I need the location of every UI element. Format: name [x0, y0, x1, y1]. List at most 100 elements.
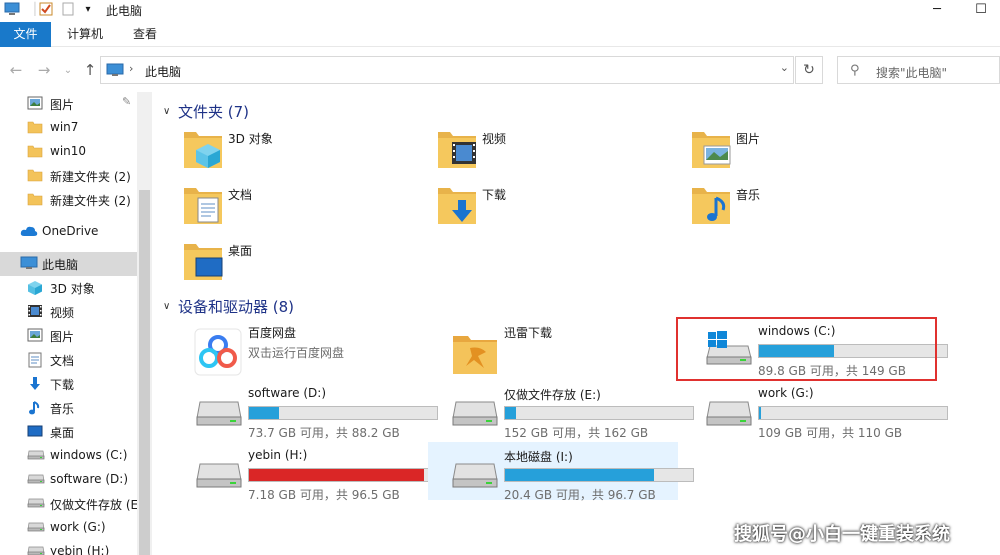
- folder-item[interactable]: 视频: [416, 122, 646, 172]
- navigation-pane: 图片 ✎ win7 win10 新建文件夹 (2) 新建文件夹 (2) OneDrive 此电…: [0, 92, 152, 555]
- computer-icon[interactable]: [4, 1, 20, 17]
- sidebar-item[interactable]: 音乐: [0, 396, 137, 420]
- maximize-button[interactable]: ☐: [970, 0, 992, 18]
- back-arrow-icon[interactable]: ←: [6, 58, 26, 82]
- sidebar-item[interactable]: 桌面: [0, 420, 137, 444]
- sidebar-item[interactable]: 文档: [0, 348, 137, 372]
- drive-name: yebin (H:): [248, 448, 308, 462]
- sidebar-item[interactable]: 新建文件夹 (2): [0, 164, 137, 188]
- sidebar-item[interactable]: win10: [0, 140, 137, 164]
- drive-usage-bar: [248, 468, 438, 482]
- video-icon: [27, 304, 45, 320]
- minimize-button[interactable]: ─: [926, 0, 948, 18]
- window-title: 此电脑: [106, 4, 143, 18]
- pictures-icon: [27, 96, 45, 112]
- tab-view[interactable]: 查看: [122, 22, 168, 47]
- documents-folder-icon: [182, 180, 224, 226]
- sidebar-item[interactable]: 下载: [0, 372, 137, 396]
- drive-icon: [450, 390, 500, 430]
- folder-item[interactable]: 桌面: [162, 234, 392, 284]
- refresh-button[interactable]: ↻: [795, 56, 823, 84]
- folder-item[interactable]: 音乐: [670, 178, 900, 228]
- drive-item[interactable]: yebin (H:) 7.18 GB 可用，共 96.5 GB: [172, 442, 438, 502]
- section-title: 设备和驱动器 (8): [178, 297, 295, 316]
- sidebar-item-label: software (D:): [50, 472, 128, 486]
- chevron-down-icon[interactable]: ∨: [163, 301, 178, 312]
- drive-item[interactable]: work (G:) 109 GB 可用，共 110 GB: [682, 380, 948, 440]
- cloud-icon: [20, 224, 38, 240]
- folder-label: 文档: [228, 188, 253, 202]
- sidebar-item[interactable]: software (D:): [0, 468, 137, 492]
- sidebar-item[interactable]: 图片 ✎: [0, 92, 137, 116]
- quick-access-dropdown-icon[interactable]: ▾: [80, 1, 96, 17]
- folder-item[interactable]: 下载: [416, 178, 646, 228]
- drive-icon: [27, 448, 45, 464]
- drive-name: 百度网盘: [248, 326, 297, 340]
- sidebar-item[interactable]: work (G:): [0, 516, 137, 540]
- sidebar-item-label: win10: [50, 144, 87, 158]
- drive-item[interactable]: 仅做文件存放 (E:) 152 GB 可用，共 162 GB: [428, 380, 694, 440]
- sidebar-item-label: 文档: [50, 354, 75, 368]
- sidebar-item[interactable]: 图片: [0, 324, 137, 348]
- drive-icon: [194, 390, 244, 430]
- sidebar-item[interactable]: 3D 对象: [0, 276, 137, 300]
- chevron-right-icon[interactable]: ›: [129, 62, 133, 75]
- forward-arrow-icon[interactable]: →: [34, 58, 54, 82]
- drive-item[interactable]: software (D:) 73.7 GB 可用，共 88.2 GB: [172, 380, 438, 440]
- search-input[interactable]: ⚲ 搜索"此电脑": [837, 56, 1000, 84]
- video-folder-icon: [436, 124, 478, 170]
- section-title: 文件夹 (7): [178, 102, 250, 121]
- properties-icon[interactable]: [38, 1, 54, 17]
- folder-label: 音乐: [736, 188, 761, 202]
- thunder-folder-icon: [450, 328, 500, 374]
- chevron-down-icon[interactable]: ⌄: [780, 61, 789, 74]
- sidebar-item-label: OneDrive: [42, 224, 99, 238]
- pictures-icon: [27, 328, 45, 344]
- ribbon: 文件 计算机 查看: [0, 22, 1000, 47]
- address-bar[interactable]: › 此电脑 ⌄: [100, 56, 794, 84]
- search-placeholder: 搜索"此电脑": [876, 66, 948, 80]
- section-folders-header[interactable]: ∨ 文件夹 (7): [163, 100, 249, 122]
- desktop-folder-icon: [182, 236, 224, 282]
- drive-name: 本地磁盘 (I:): [504, 450, 573, 464]
- recent-locations-chevron-icon[interactable]: ⌄: [58, 58, 78, 82]
- up-arrow-icon[interactable]: ↑: [80, 58, 100, 82]
- drive-icon: [27, 520, 45, 536]
- desktop-icon: [27, 424, 45, 440]
- download-icon: [27, 376, 45, 392]
- sidebar-scrollbar-thumb[interactable]: [139, 190, 150, 555]
- folder-item[interactable]: 图片: [670, 122, 900, 172]
- tab-file[interactable]: 文件: [0, 22, 51, 47]
- section-devices-header[interactable]: ∨ 设备和驱动器 (8): [163, 295, 294, 317]
- drive-usage-fill: [505, 469, 654, 481]
- sidebar-item[interactable]: win7: [0, 116, 137, 140]
- drive-icon: [27, 496, 45, 512]
- sidebar-item-label: 下载: [50, 378, 75, 392]
- sidebar-item[interactable]: yebin (H:): [0, 540, 137, 555]
- breadcrumb[interactable]: 此电脑: [145, 63, 181, 80]
- documents-icon: [27, 352, 45, 368]
- drive-item[interactable]: 迅雷下载: [428, 318, 678, 376]
- sidebar-item[interactable]: OneDrive: [0, 220, 137, 244]
- drive-usage-fill: [759, 407, 761, 419]
- folder-item[interactable]: 文档: [162, 178, 392, 228]
- folder-icon: [27, 144, 45, 160]
- drive-item[interactable]: 百度网盘 双击运行百度网盘: [172, 318, 422, 376]
- sidebar-item[interactable]: 仅做文件存放 (E: [0, 492, 138, 516]
- drive-item[interactable]: 本地磁盘 (I:) 20.4 GB 可用，共 96.7 GB: [428, 442, 694, 502]
- sidebar-item[interactable]: 此电脑: [0, 252, 137, 276]
- new-folder-icon[interactable]: [60, 1, 76, 17]
- folder-icon: [27, 120, 45, 136]
- drive-usage-bar: [248, 406, 438, 420]
- pictures-folder-icon: [690, 124, 732, 170]
- sidebar-item-label: 图片: [50, 98, 75, 112]
- chevron-down-icon[interactable]: ∨: [163, 106, 178, 117]
- folder-item[interactable]: 3D 对象: [162, 122, 392, 172]
- sidebar-item[interactable]: 新建文件夹 (2): [0, 188, 137, 212]
- sidebar-item[interactable]: windows (C:): [0, 444, 137, 468]
- tab-computer[interactable]: 计算机: [56, 22, 114, 47]
- title-bar: │ ▾ 此电脑 ─ ☐: [0, 0, 1000, 20]
- drive-capacity-text: 20.4 GB 可用，共 96.7 GB: [504, 488, 656, 502]
- sidebar-item-label: 此电脑: [42, 258, 79, 272]
- sidebar-item[interactable]: 视频: [0, 300, 137, 324]
